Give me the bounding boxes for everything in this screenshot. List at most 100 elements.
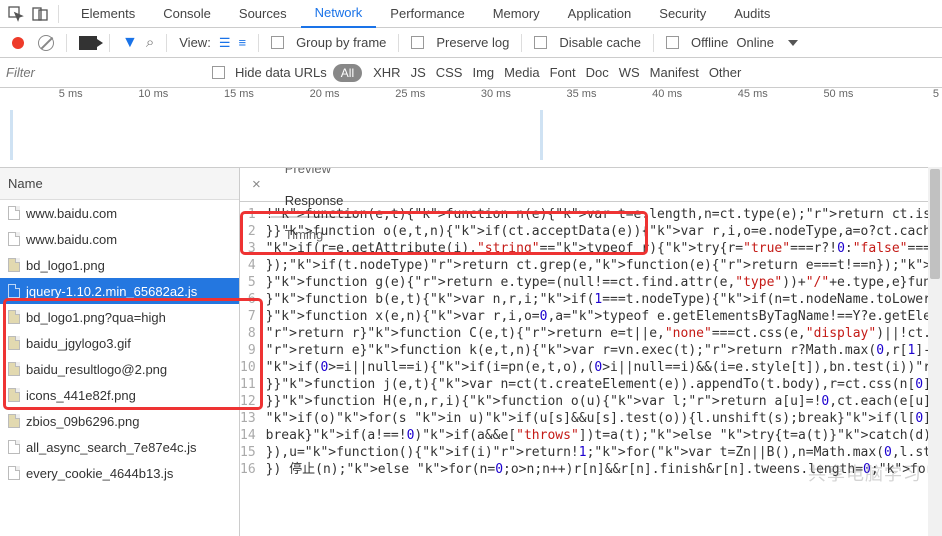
scrollbar[interactable]	[928, 167, 942, 536]
detail-panel: × HeadersPreviewResponseTiming 123456789…	[240, 168, 942, 536]
line-number: 9	[240, 342, 256, 359]
detail-tabs: × HeadersPreviewResponseTiming	[240, 168, 942, 202]
detail-tab-preview[interactable]: Preview	[271, 168, 358, 185]
code-line: "k">if(r=e.getAttribute(i),"string"=="k"…	[266, 240, 942, 257]
filter-js[interactable]: JS	[406, 65, 431, 80]
timeline-tick: 10 ms	[86, 88, 172, 100]
online-select[interactable]: Online	[736, 35, 774, 50]
tab-elements[interactable]: Elements	[67, 0, 149, 28]
filter-icon[interactable]: ▼	[122, 34, 138, 52]
filter-media[interactable]: Media	[499, 65, 544, 80]
filter-doc[interactable]: Doc	[581, 65, 614, 80]
disable-cache-checkbox[interactable]	[534, 36, 547, 49]
clear-icon[interactable]	[38, 35, 54, 51]
tab-security[interactable]: Security	[645, 0, 720, 28]
request-name: zbios_09b6296.png	[26, 414, 140, 429]
screenshot-icon[interactable]	[79, 36, 97, 50]
file-icon	[8, 258, 20, 272]
separator	[521, 34, 522, 52]
chevron-down-icon[interactable]	[788, 40, 798, 46]
filter-manifest[interactable]: Manifest	[645, 65, 704, 80]
request-name: every_cookie_4644b13.js	[26, 466, 173, 481]
request-row[interactable]: bd_logo1.png?qua=high	[0, 304, 239, 330]
timeline-tick: 15 ms	[171, 88, 257, 100]
request-row[interactable]: www.baidu.com	[0, 226, 239, 252]
request-name: baidu_resultlogo@2.png	[26, 362, 167, 377]
code-line: "k">if(o)"k">for(s "k">in u)"k">if(u[s]&…	[266, 410, 942, 427]
filter-img[interactable]: Img	[467, 65, 499, 80]
code-line: "r">return r}"k">function C(e,t){"r">ret…	[266, 325, 942, 342]
large-rows-icon[interactable]: ☰	[219, 35, 231, 51]
preserve-log-label: Preserve log	[436, 35, 509, 50]
name-column-header[interactable]: Name	[0, 168, 239, 200]
preserve-log-checkbox[interactable]	[411, 36, 424, 49]
line-number: 10	[240, 359, 256, 376]
filter-font[interactable]: Font	[545, 65, 581, 80]
inspect-icon[interactable]	[6, 4, 26, 24]
request-row[interactable]: every_cookie_4644b13.js	[0, 460, 239, 486]
filter-css[interactable]: CSS	[431, 65, 468, 80]
separator	[398, 34, 399, 52]
record-button[interactable]	[12, 37, 24, 49]
separator	[109, 34, 110, 52]
filter-xhr[interactable]: XHR	[368, 65, 405, 80]
request-row[interactable]: zbios_09b6296.png	[0, 408, 239, 434]
tab-console[interactable]: Console	[149, 0, 225, 28]
filter-bar: Hide data URLs All XHRJSCSSImgMediaFontD…	[0, 58, 942, 88]
device-icon[interactable]	[30, 4, 50, 24]
line-number: 2	[240, 223, 256, 240]
close-icon[interactable]: ×	[244, 176, 269, 193]
disable-cache-label: Disable cache	[559, 35, 641, 50]
offline-checkbox[interactable]	[666, 36, 679, 49]
file-icon	[8, 466, 20, 480]
line-number: 8	[240, 325, 256, 342]
file-icon	[8, 310, 20, 324]
tab-application[interactable]: Application	[554, 0, 646, 28]
code-line: }),u="k">function(){"k">if(i)"r">return!…	[266, 444, 942, 461]
filter-input[interactable]	[6, 65, 206, 80]
request-row[interactable]: baidu_resultlogo@2.png	[0, 356, 239, 382]
request-row[interactable]: all_async_search_7e87e4c.js	[0, 434, 239, 460]
separator	[653, 34, 654, 52]
line-number: 16	[240, 461, 256, 478]
request-name: www.baidu.com	[26, 206, 117, 221]
filter-ws[interactable]: WS	[614, 65, 645, 80]
file-icon	[8, 414, 20, 428]
waterfall-icon[interactable]: ≡	[238, 35, 246, 50]
separator	[166, 34, 167, 52]
line-number: 5	[240, 274, 256, 291]
request-name: www.baidu.com	[26, 232, 117, 247]
request-row[interactable]: www.baidu.com	[0, 200, 239, 226]
main-toolbar: ElementsConsoleSourcesNetworkPerformance…	[0, 0, 942, 28]
filter-other[interactable]: Other	[704, 65, 747, 80]
tab-sources[interactable]: Sources	[225, 0, 301, 28]
hide-data-checkbox[interactable]	[212, 66, 225, 79]
timeline-tick: 30 ms	[428, 88, 514, 100]
request-row[interactable]: icons_441e82f.png	[0, 382, 239, 408]
request-row[interactable]: bd_logo1.png	[0, 252, 239, 278]
timeline-tick: 35 ms	[514, 88, 600, 100]
group-by-frame-checkbox[interactable]	[271, 36, 284, 49]
code-line: }"k">function x(e,n){"k">var r,i,o=0,a="…	[266, 308, 942, 325]
line-number: 13	[240, 410, 256, 427]
filter-all[interactable]: All	[333, 64, 362, 82]
timeline-overview[interactable]: 5 ms10 ms15 ms20 ms25 ms30 ms35 ms40 ms4…	[0, 88, 942, 168]
request-row[interactable]: jquery-1.10.2.min_65682a2.js	[0, 278, 239, 304]
line-number: 4	[240, 257, 256, 274]
line-number: 6	[240, 291, 256, 308]
file-icon	[8, 362, 20, 376]
tab-audits[interactable]: Audits	[720, 0, 784, 28]
tab-performance[interactable]: Performance	[376, 0, 478, 28]
tab-memory[interactable]: Memory	[479, 0, 554, 28]
search-icon[interactable]: ⌕	[146, 34, 154, 51]
timeline-tick: 50 ms	[771, 88, 857, 100]
file-icon	[8, 284, 20, 298]
request-row[interactable]: baidu_jgylogo3.gif	[0, 330, 239, 356]
file-icon	[8, 232, 20, 246]
request-name: bd_logo1.png?qua=high	[26, 310, 166, 325]
request-name: bd_logo1.png	[26, 258, 105, 273]
tab-network[interactable]: Network	[301, 0, 377, 28]
code-line: break}"k">if(a!==!0)"k">if(a&&e["throws"…	[266, 427, 942, 444]
response-body[interactable]: 12345678910111213141516 !"k">function(e,…	[240, 202, 942, 536]
request-name: jquery-1.10.2.min_65682a2.js	[26, 284, 197, 299]
